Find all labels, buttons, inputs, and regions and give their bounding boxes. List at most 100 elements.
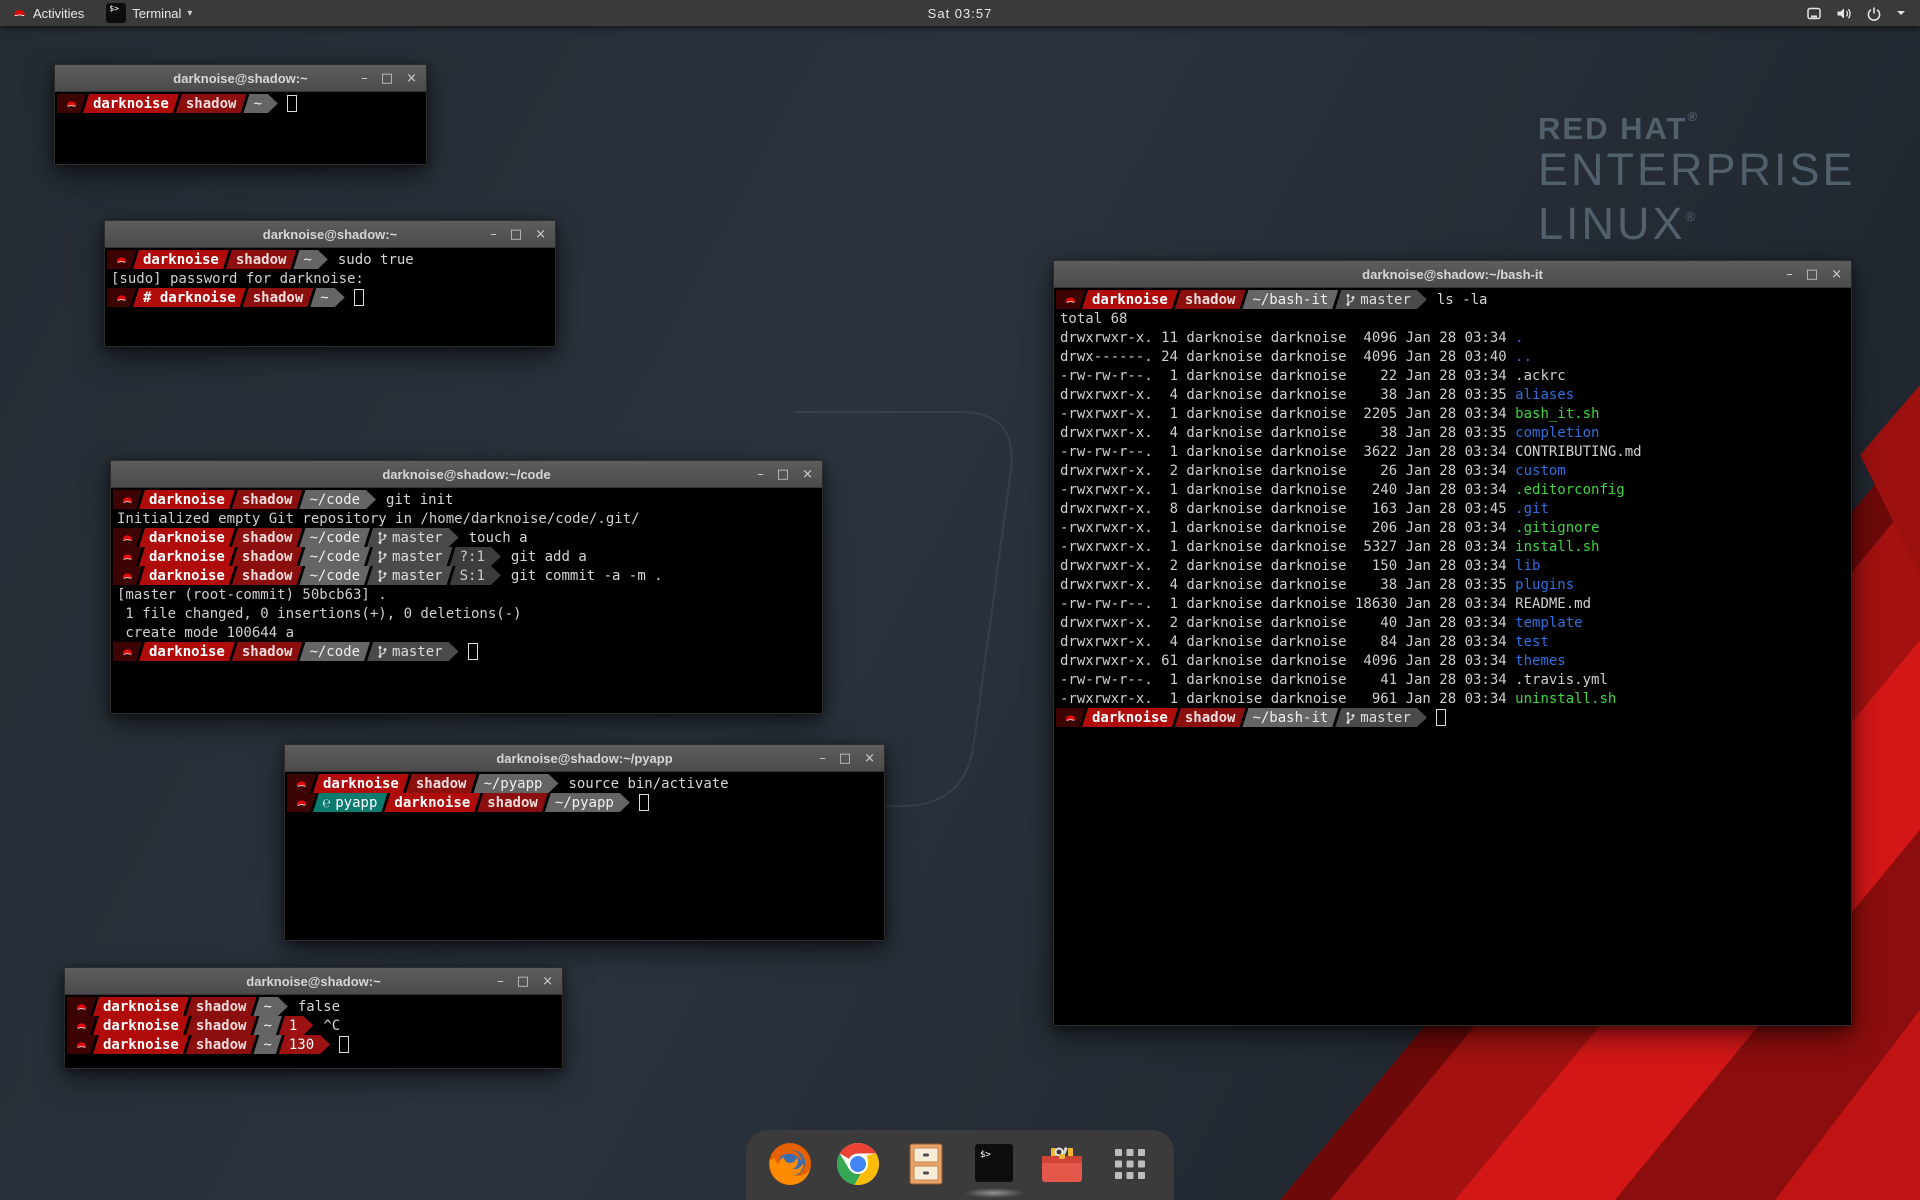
dock-files-icon[interactable] xyxy=(902,1140,950,1188)
output-text: -rwxrwxr-x. 1 darknoise darknoise 5327 J… xyxy=(1056,539,1515,555)
close-button[interactable]: × xyxy=(406,72,417,85)
maximize-button[interactable]: □ xyxy=(517,975,529,988)
terminal-line: drwxrwxr-x. 2 darknoise darknoise 150 Ja… xyxy=(1056,556,1851,575)
activities-button[interactable]: Activities xyxy=(0,0,96,26)
terminal-content[interactable]: darknoiseshadow~/pyappsource bin/activat… xyxy=(285,772,884,940)
app-menu-terminal[interactable]: $> Terminal ▾ xyxy=(96,0,202,26)
redhat-prompt-icon xyxy=(113,642,142,661)
dock-app-grid-icon[interactable] xyxy=(1106,1140,1154,1188)
minimize-button[interactable]: – xyxy=(361,72,368,85)
minimize-button[interactable]: – xyxy=(490,228,497,241)
terminal-content[interactable]: darknoiseshadow~sudo true[sudo] password… xyxy=(105,248,555,346)
output-text: total 68 xyxy=(1056,311,1127,327)
minimize-button[interactable]: – xyxy=(757,468,764,481)
close-button[interactable]: × xyxy=(802,468,813,481)
output-text: drwxrwxr-x. 2 darknoise darknoise 150 Ja… xyxy=(1056,558,1515,574)
terminal-line: -rwxrwxr-x. 1 darknoise darknoise 961 Ja… xyxy=(1056,689,1851,708)
window-titlebar[interactable]: darknoise@shadow:~ – □ × xyxy=(65,968,562,995)
prompt-path-segment: ~/code xyxy=(299,566,370,585)
redhat-prompt-icon xyxy=(67,997,96,1016)
terminal-window-bash-it: darknoise@shadow:~/bash-it – □ × darknoi… xyxy=(1053,260,1852,1026)
file-name-regular: CONTRIBUTING.md xyxy=(1515,444,1641,460)
prompt-user-segment: darknoise xyxy=(133,250,229,269)
clock[interactable]: Sat 03:57 xyxy=(928,6,993,21)
terminal-line: create mode 100644 a xyxy=(113,623,822,642)
maximize-button[interactable]: □ xyxy=(510,228,522,241)
prompt-user-segment: darknoise xyxy=(139,547,235,566)
terminal-line: darknoiseshadow~1^C xyxy=(67,1016,562,1035)
chevron-down-icon xyxy=(1896,9,1906,17)
system-status-area[interactable] xyxy=(1806,0,1920,26)
prompt-host-segment: shadow xyxy=(1175,290,1246,309)
prompt-host-segment: shadow xyxy=(232,566,303,585)
prompt-path-segment: ~/pyapp xyxy=(473,774,558,793)
logo-line-linux: LINUX® xyxy=(1538,193,1856,247)
redhat-prompt-icon xyxy=(1056,708,1085,727)
prompt-host-segment: shadow xyxy=(226,250,297,269)
maximize-button[interactable]: □ xyxy=(839,752,851,765)
close-button[interactable]: × xyxy=(535,228,546,241)
prompt-user-segment: darknoise xyxy=(93,997,189,1016)
terminal-line: [sudo] password for darknoise: xyxy=(107,269,555,288)
file-name-directory: completion xyxy=(1515,425,1599,441)
prompt-host-segment: shadow xyxy=(232,528,303,547)
prompt-user-segment: darknoise xyxy=(93,1035,189,1054)
close-button[interactable]: × xyxy=(864,752,875,765)
redhat-prompt-icon xyxy=(113,547,142,566)
output-text: drwxrwxr-x. 4 darknoise darknoise 38 Jan… xyxy=(1056,387,1515,403)
terminal-content[interactable]: darknoiseshadow~/codegit initInitialized… xyxy=(111,488,822,713)
prompt-host-segment: shadow xyxy=(186,997,257,1016)
window-titlebar[interactable]: darknoise@shadow:~ – □ × xyxy=(105,221,555,248)
prompt-git-segment: master xyxy=(367,528,459,547)
terminal-line: ℮pyappdarknoiseshadow~/pyapp xyxy=(287,793,884,812)
terminal-window-home-2: darknoise@shadow:~ – □ × darknoiseshadow… xyxy=(64,967,563,1069)
dock-terminal-icon[interactable]: $> xyxy=(970,1140,1018,1188)
terminal-line: darknoiseshadow~/pyappsource bin/activat… xyxy=(287,774,884,793)
close-button[interactable]: × xyxy=(1831,268,1842,281)
terminal-line: darknoiseshadow~130 xyxy=(67,1035,562,1054)
file-name-regular: .ackrc xyxy=(1515,368,1566,384)
prompt-user-segment: # darknoise xyxy=(133,288,246,307)
output-text: drwxrwxr-x. 8 darknoise darknoise 163 Ja… xyxy=(1056,501,1515,517)
minimize-button[interactable]: – xyxy=(497,975,504,988)
terminal-line: drwxrwxr-x. 8 darknoise darknoise 163 Ja… xyxy=(1056,499,1851,518)
output-text: 1 file changed, 0 insertions(+), 0 delet… xyxy=(113,606,522,622)
prompt-path-segment: ~/code xyxy=(299,528,370,547)
terminal-line: -rw-rw-r--. 1 darknoise darknoise 22 Jan… xyxy=(1056,366,1851,385)
close-button[interactable]: × xyxy=(542,975,553,988)
window-titlebar[interactable]: darknoise@shadow:~/pyapp – □ × xyxy=(285,745,884,772)
terminal-content[interactable]: darknoiseshadow~/bash-itmasterls -latota… xyxy=(1054,288,1851,1025)
dock-firefox-icon[interactable] xyxy=(766,1140,814,1188)
window-titlebar[interactable]: darknoise@shadow:~/code – □ × xyxy=(111,461,822,488)
terminal-line: drwxrwxr-x. 4 darknoise darknoise 38 Jan… xyxy=(1056,575,1851,594)
redhat-prompt-icon xyxy=(113,490,142,509)
terminal-content[interactable]: darknoiseshadow~ xyxy=(55,92,426,164)
command-text: git init xyxy=(376,492,453,508)
window-titlebar[interactable]: darknoise@shadow:~/bash-it – □ × xyxy=(1054,261,1851,288)
maximize-button[interactable]: □ xyxy=(1806,268,1818,281)
terminal-content[interactable]: darknoiseshadow~falsedarknoiseshadow~1^C… xyxy=(65,995,562,1068)
prompt-git-segment: master xyxy=(367,547,453,566)
file-name-directory: . xyxy=(1515,330,1523,346)
redhat-prompt-icon xyxy=(287,793,316,812)
terminal-cursor xyxy=(639,794,649,811)
maximize-button[interactable]: □ xyxy=(381,72,393,85)
maximize-button[interactable]: □ xyxy=(777,468,789,481)
window-titlebar[interactable]: darknoise@shadow:~ – □ × xyxy=(55,65,426,92)
prompt-user-segment: darknoise xyxy=(384,793,480,812)
output-text: -rw-rw-r--. 1 darknoise darknoise 22 Jan… xyxy=(1056,368,1515,384)
prompt-host-segment: shadow xyxy=(232,490,303,509)
minimize-button[interactable]: – xyxy=(1786,268,1793,281)
minimize-button[interactable]: – xyxy=(819,752,826,765)
file-name-executable: uninstall.sh xyxy=(1515,691,1616,707)
dock-chrome-icon[interactable] xyxy=(834,1140,882,1188)
redhat-prompt-icon xyxy=(57,94,86,113)
prompt-user-segment: darknoise xyxy=(83,94,179,113)
redhat-prompt-icon xyxy=(113,528,142,547)
dock-toolbox-icon[interactable] xyxy=(1038,1140,1086,1188)
prompt-path-segment: ~/code xyxy=(299,642,370,661)
terminal-line: 1 file changed, 0 insertions(+), 0 delet… xyxy=(113,604,822,623)
prompt-exit-code-segment: 130 xyxy=(279,1035,330,1054)
terminal-line: drwxrwxr-x. 4 darknoise darknoise 38 Jan… xyxy=(1056,385,1851,404)
terminal-window-sudo: darknoise@shadow:~ – □ × darknoiseshadow… xyxy=(104,220,556,347)
